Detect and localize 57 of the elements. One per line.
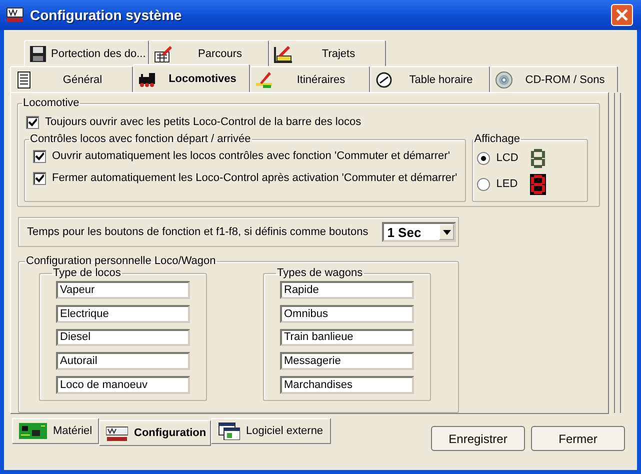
tab[interactable]: Matériel: [12, 418, 99, 444]
group-label: Configuration personnelle Loco/Wagon: [25, 255, 217, 267]
disc-icon: [495, 70, 513, 88]
pencil-on-track-icon: [274, 44, 292, 62]
checkbox-label: Fermer automatiquement les Loco-Control après activation 'Commuter et démarrer': [52, 172, 458, 184]
document-icon: [15, 70, 33, 88]
group-label: Types de wagons: [276, 267, 364, 279]
group-label: Contrôles locos avec fonction départ / arrivée: [29, 133, 252, 145]
close-icon: [616, 9, 628, 21]
input-field[interactable]: Vapeur: [56, 281, 190, 299]
tab[interactable]: Logiciel externe: [211, 418, 331, 444]
tab[interactable]: Table horaire: [370, 66, 490, 92]
input-field[interactable]: Rapide: [280, 281, 414, 299]
tab[interactable]: Configuration: [99, 420, 211, 446]
checkbox[interactable]: [33, 150, 46, 162]
input-field[interactable]: Loco de manoeuv: [56, 376, 190, 394]
setting-label: Temps pour les boutons de fonction et f1-f8, si définis comme boutons: [27, 226, 368, 238]
tab[interactable]: Locomotives: [133, 64, 250, 92]
radio-button[interactable]: [477, 152, 490, 164]
pencil-on-signal-icon: [255, 70, 273, 88]
input-field[interactable]: Messagerie: [280, 352, 414, 370]
app-icon: [6, 6, 24, 24]
checkbox[interactable]: [33, 172, 46, 184]
group-label: Affichage: [473, 133, 521, 145]
input-field[interactable]: Train banlieue: [280, 328, 414, 346]
clock-icon: [375, 70, 393, 88]
pencil-on-grid-icon: [154, 44, 172, 62]
logo-icon: [106, 424, 128, 442]
window-title: Configuration système: [30, 7, 183, 23]
checkbox-label: Ouvrir automatiquement les locos contrôles avec fonction 'Commuter et démarrer': [52, 150, 450, 162]
tab[interactable]: Portection des do...: [24, 40, 149, 66]
input-field[interactable]: Marchandises: [280, 376, 414, 394]
close-button[interactable]: [611, 4, 633, 26]
caret-icon: [442, 230, 451, 234]
tab[interactable]: Parcours: [149, 40, 269, 66]
radio-label: LCD: [496, 152, 520, 164]
radio-label: LED: [496, 178, 519, 190]
checkbox[interactable]: [26, 116, 39, 128]
tab[interactable]: Trajets: [269, 40, 386, 66]
input-field[interactable]: Omnibus: [280, 304, 414, 323]
stacked-windows-icon: [218, 422, 240, 440]
tab[interactable]: CD-ROM / Sons: [490, 66, 618, 92]
group-label: Type de locos: [52, 267, 122, 279]
circuit-board-icon: [19, 422, 47, 440]
group-label: Locomotive: [22, 97, 80, 109]
button[interactable]: Enregistrer: [431, 426, 525, 451]
button[interactable]: Fermer: [531, 426, 625, 451]
radio-button[interactable]: [477, 178, 490, 190]
checkbox-label: Toujours ouvrir avec les petits Loco-Control de la barre des locos: [45, 116, 362, 128]
seven-segment-digit-icon: [530, 174, 546, 194]
tab[interactable]: Général: [10, 66, 133, 92]
input-field[interactable]: Diesel: [56, 328, 190, 346]
input-field[interactable]: Electrique: [56, 304, 190, 323]
tab[interactable]: Itinéraires: [250, 66, 370, 92]
dropdown[interactable]: 1 Sec: [382, 222, 456, 242]
input-field[interactable]: Autorail: [56, 352, 190, 370]
seven-segment-digit-icon: [530, 148, 546, 168]
